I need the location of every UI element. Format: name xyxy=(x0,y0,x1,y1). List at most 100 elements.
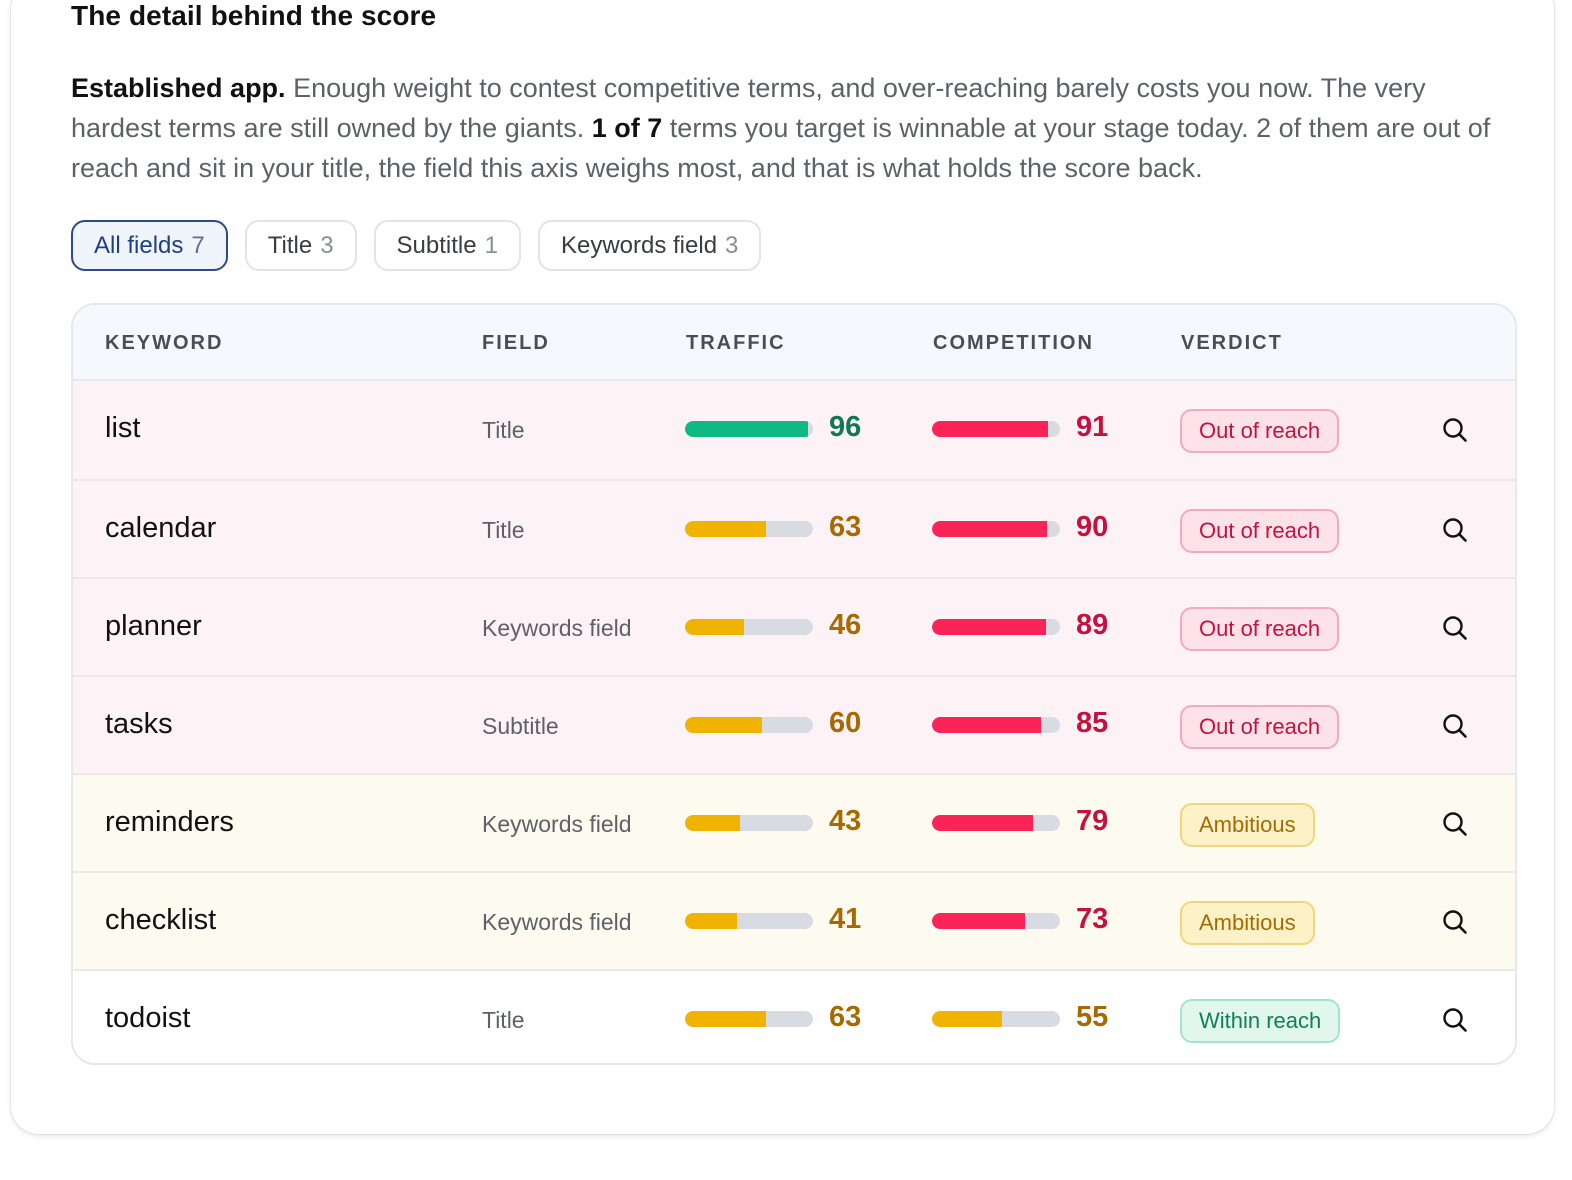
search-icon[interactable] xyxy=(1441,712,1469,740)
search-icon[interactable] xyxy=(1441,614,1469,642)
competition-bar-fill xyxy=(932,815,1034,831)
table-row[interactable]: todoist Title 63 55 Within reach xyxy=(73,969,1515,1063)
filter-chip-count: 3 xyxy=(725,231,739,259)
description-lead: Established app. xyxy=(71,73,286,103)
traffic-bar xyxy=(685,421,813,437)
competition-value: 85 xyxy=(1076,707,1109,739)
field-text: Title xyxy=(482,1007,525,1033)
traffic-bar-fill xyxy=(685,913,738,929)
competition-bar xyxy=(932,1011,1060,1027)
traffic-bar-fill xyxy=(685,521,766,537)
column-header-verdict: VERDICT xyxy=(1181,332,1283,354)
competition-value: 89 xyxy=(1076,609,1109,641)
competition-bar-fill xyxy=(932,619,1046,635)
traffic-bar-fill xyxy=(685,421,808,437)
traffic-value: 63 xyxy=(829,1001,862,1033)
section-heading: The detail behind the score xyxy=(71,0,437,31)
traffic-value: 96 xyxy=(829,411,862,443)
traffic-bar xyxy=(685,521,813,537)
search-icon[interactable] xyxy=(1441,416,1469,444)
competition-bar-fill xyxy=(932,521,1048,537)
keyword-text: todoist xyxy=(105,1002,191,1034)
field-filter-bar: All fields 7 Title 3 Subtitle 1 Keywords fi… xyxy=(71,220,762,271)
search-icon[interactable] xyxy=(1441,810,1469,838)
score-detail-card: The detail behind the score Established … xyxy=(11,0,1554,1134)
traffic-value: 41 xyxy=(829,903,862,935)
filter-chip-keywords-field[interactable]: Keywords field 3 xyxy=(537,220,762,271)
keyword-text: tasks xyxy=(105,708,173,740)
description-emphasis: 1 of 7 xyxy=(591,113,663,143)
search-icon[interactable] xyxy=(1441,908,1469,936)
field-text: Subtitle xyxy=(482,713,559,739)
filter-chip-label: Keywords field xyxy=(560,231,718,259)
verdict-badge: Out of reach xyxy=(1180,607,1340,651)
competition-bar-fill xyxy=(932,421,1049,437)
competition-value: 90 xyxy=(1076,511,1109,543)
traffic-bar xyxy=(685,1011,813,1027)
table-row[interactable]: checklist Keywords field 41 73 Ambitious xyxy=(73,871,1515,969)
verdict-badge: Ambitious xyxy=(1180,803,1315,847)
keyword-text: calendar xyxy=(105,512,217,544)
competition-value: 91 xyxy=(1076,411,1109,443)
traffic-value: 60 xyxy=(829,707,862,739)
field-text: Keywords field xyxy=(482,909,632,935)
competition-bar-fill xyxy=(932,1011,1003,1027)
verdict-badge: Out of reach xyxy=(1180,509,1340,553)
keyword-text: list xyxy=(105,412,141,444)
competition-bar xyxy=(932,421,1060,437)
keyword-text: planner xyxy=(105,610,202,642)
traffic-bar-fill xyxy=(685,1011,766,1027)
column-header-keyword: KEYWORD xyxy=(105,332,224,354)
filter-chip-count: 3 xyxy=(320,231,334,259)
filter-chip-label: Subtitle xyxy=(396,231,477,259)
competition-value: 79 xyxy=(1076,805,1109,837)
table-header: KEYWORD FIELD TRAFFIC COMPETITION VERDIC… xyxy=(73,305,1515,381)
traffic-bar xyxy=(685,913,813,929)
filter-chip-subtitle[interactable]: Subtitle 1 xyxy=(373,220,521,271)
filter-chip-count: 1 xyxy=(484,231,498,259)
keyword-text: checklist xyxy=(105,904,217,936)
traffic-value: 63 xyxy=(829,511,862,543)
table-row[interactable]: list Title 96 91 Out of reach xyxy=(73,381,1515,479)
competition-value: 73 xyxy=(1076,903,1109,935)
keyword-text: reminders xyxy=(105,806,234,838)
competition-bar xyxy=(932,815,1060,831)
traffic-bar-fill xyxy=(685,717,762,733)
table-row[interactable]: planner Keywords field 46 89 Out of reach xyxy=(73,577,1515,675)
table-row[interactable]: tasks Subtitle 60 85 Out of reach xyxy=(73,675,1515,773)
competition-bar-fill xyxy=(932,913,1026,929)
score-description: Established app. Enough weight to contes… xyxy=(71,68,1521,188)
competition-bar xyxy=(932,619,1060,635)
column-header-field: FIELD xyxy=(482,332,550,354)
field-text: Title xyxy=(482,417,525,443)
filter-chip-count: 7 xyxy=(191,231,205,259)
field-text: Keywords field xyxy=(482,811,632,837)
traffic-bar-fill xyxy=(685,815,741,831)
filter-chip-all-fields[interactable]: All fields 7 xyxy=(71,220,228,271)
traffic-bar xyxy=(685,815,813,831)
search-icon[interactable] xyxy=(1441,1006,1469,1034)
traffic-bar-fill xyxy=(685,619,744,635)
traffic-value: 43 xyxy=(829,805,862,837)
verdict-badge: Within reach xyxy=(1180,999,1341,1043)
search-icon[interactable] xyxy=(1441,516,1469,544)
competition-bar-fill xyxy=(932,717,1041,733)
filter-chip-label: All fields xyxy=(94,231,184,259)
field-text: Title xyxy=(482,517,525,543)
verdict-badge: Out of reach xyxy=(1180,705,1340,749)
competition-bar xyxy=(932,913,1060,929)
verdict-badge: Ambitious xyxy=(1180,901,1315,945)
keywords-table: KEYWORD FIELD TRAFFIC COMPETITION VERDIC… xyxy=(71,303,1517,1065)
filter-chip-title[interactable]: Title 3 xyxy=(244,220,357,271)
competition-bar xyxy=(932,717,1060,733)
traffic-bar xyxy=(685,717,813,733)
field-text: Keywords field xyxy=(482,615,632,641)
verdict-badge: Out of reach xyxy=(1180,409,1340,453)
filter-chip-label: Title xyxy=(267,231,313,259)
table-row[interactable]: calendar Title 63 90 Out of reach xyxy=(73,479,1515,577)
column-header-traffic: TRAFFIC xyxy=(686,332,786,354)
traffic-value: 46 xyxy=(829,609,862,641)
competition-bar xyxy=(932,521,1060,537)
table-row[interactable]: reminders Keywords field 43 79 Ambitious xyxy=(73,773,1515,871)
competition-value: 55 xyxy=(1076,1001,1109,1033)
